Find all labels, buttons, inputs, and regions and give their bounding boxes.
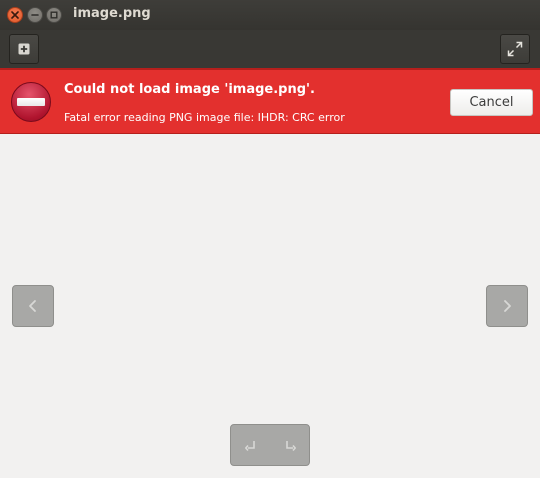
fullscreen-button[interactable] — [500, 34, 530, 64]
window-maximize-button[interactable] — [46, 7, 62, 23]
chevron-right-icon — [504, 300, 511, 312]
rotate-right-icon — [285, 441, 296, 452]
header-bar — [0, 30, 540, 68]
new-window-button[interactable] — [9, 34, 39, 64]
plus-box-icon — [18, 43, 30, 55]
fullscreen-icon — [507, 41, 523, 57]
error-no-entry-icon — [11, 82, 51, 122]
error-infobar: Could not load image 'image.png'. Fatal … — [0, 68, 540, 134]
window-minimize-button[interactable] — [27, 7, 43, 23]
window-titlebar[interactable]: image.png — [0, 0, 540, 30]
image-view[interactable] — [0, 134, 540, 478]
chevron-left-icon — [29, 300, 36, 312]
error-title: Could not load image 'image.png'. — [64, 82, 315, 97]
rotate-controls — [230, 424, 310, 466]
close-icon — [11, 11, 19, 19]
previous-image-button[interactable] — [12, 285, 54, 327]
rotate-left-icon — [244, 441, 255, 452]
next-image-button[interactable] — [486, 285, 528, 327]
minimize-icon — [31, 14, 39, 16]
maximize-icon — [50, 11, 58, 19]
cancel-button[interactable]: Cancel — [450, 89, 533, 116]
rotate-left-button[interactable] — [231, 425, 270, 465]
error-detail: Fatal error reading PNG image file: IHDR… — [64, 111, 345, 124]
window-title: image.png — [73, 6, 151, 21]
rotate-right-button[interactable] — [270, 425, 309, 465]
window-close-button[interactable] — [7, 7, 23, 23]
